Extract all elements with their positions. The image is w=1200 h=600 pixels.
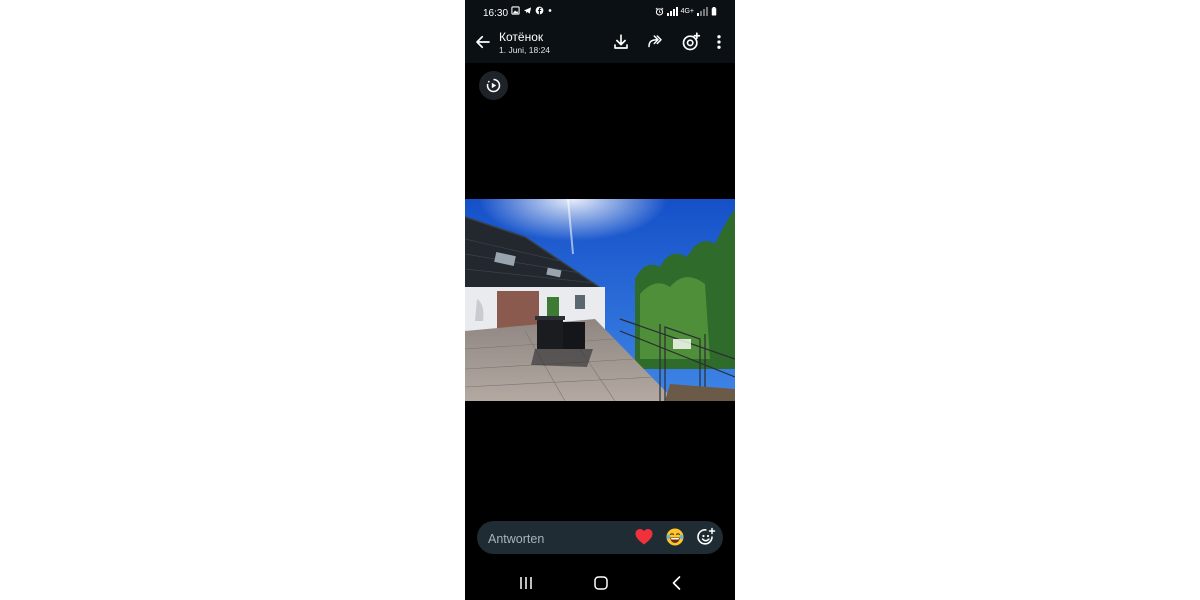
recent-apps-icon[interactable] [517,574,535,592]
signal-weak-icon [697,7,708,16]
home-icon[interactable] [592,574,610,592]
forward-icon[interactable] [646,33,664,51]
heart-reaction-icon[interactable] [634,527,654,547]
reply-bar[interactable]: Antworten [477,521,723,554]
app-bar: 16:30 4G+ Котёнок 1. Juni, 18:24 [465,0,735,63]
back-arrow-icon[interactable] [474,33,492,51]
message-timestamp: 1. Juni, 18:24 [499,45,551,55]
system-icons: 4G+ [655,7,717,16]
add-emoji-icon[interactable] [696,527,716,547]
battery-icon [711,7,717,16]
chat-title[interactable]: Котёнок [499,30,543,44]
reply-input[interactable]: Antworten [488,532,544,546]
status-time: 16:30 [483,8,509,19]
notification-icons [511,6,553,15]
telegram-icon [523,7,532,14]
laughing-face-icon[interactable] [665,527,685,547]
dot-icon [548,9,552,12]
phone-screen: 16:30 4G+ Котёнок 1. Juni, 18:24 Antwort… [465,0,735,600]
status-bar: 16:30 4G+ [465,0,735,26]
more-options-icon[interactable] [710,33,728,51]
back-nav-icon[interactable] [668,574,686,592]
download-icon[interactable] [612,33,630,51]
signal-icon [666,7,678,16]
view-once-button[interactable] [479,71,508,100]
facebook-icon [535,6,544,15]
network-label: 4G+ [680,8,694,15]
view-once-icon [486,78,501,93]
add-reaction-icon[interactable] [681,32,701,52]
system-navigation-bar [465,566,735,600]
gallery-icon [511,6,520,15]
alarm-icon [655,7,663,16]
house-photo [465,199,735,401]
